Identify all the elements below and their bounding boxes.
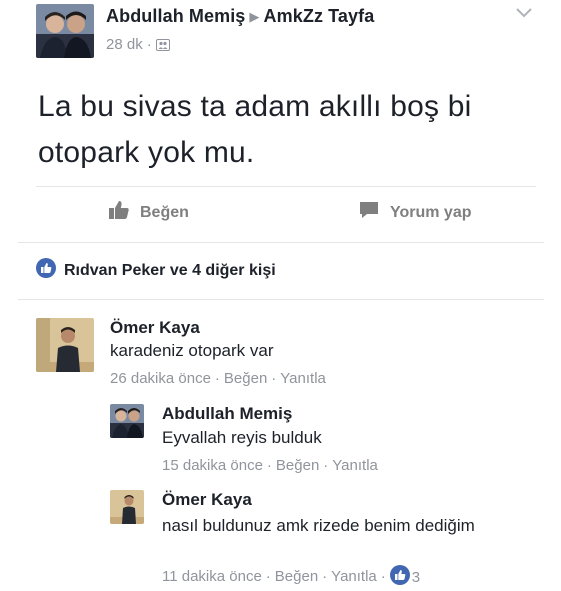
comment-bubble-icon bbox=[358, 200, 380, 225]
target-group-name[interactable]: AmkZz Tayfa bbox=[264, 6, 375, 26]
meta-separator: · bbox=[323, 457, 329, 474]
commenter-avatar[interactable] bbox=[110, 404, 144, 438]
comment-like-link[interactable]: Beğen bbox=[275, 568, 318, 585]
group-audience-icon[interactable] bbox=[155, 38, 170, 55]
chevron-down-icon[interactable] bbox=[514, 6, 534, 25]
comment-time[interactable]: 26 dakika önce bbox=[110, 370, 211, 387]
comment-meta: 26 dakika önce · Beğen · Yanıtla bbox=[110, 370, 326, 387]
author-name[interactable]: Abdullah Memiş bbox=[106, 6, 245, 26]
comment-time[interactable]: 11 dakika önce bbox=[162, 568, 262, 585]
comment-like-link[interactable]: Beğen bbox=[224, 370, 267, 387]
divider bbox=[18, 299, 544, 300]
divider bbox=[36, 186, 536, 187]
comment-label: Yorum yap bbox=[390, 203, 472, 221]
comment-like-count[interactable]: 3 bbox=[389, 565, 421, 589]
comment-meta: 11 dakika önce · Beğen · Yanıtla · 3 bbox=[162, 565, 420, 589]
comment-time[interactable]: 15 dakika önce bbox=[162, 457, 263, 474]
author-avatar[interactable] bbox=[36, 4, 94, 58]
comment-reply-link[interactable]: Yanıtla bbox=[331, 568, 377, 585]
post-meta: 28 dk · bbox=[106, 36, 170, 55]
comment: Ömer Kaya karadeniz otopark var 26 dakik… bbox=[36, 318, 536, 387]
meta-separator: · bbox=[266, 457, 272, 474]
comment-button[interactable]: Yorum yap bbox=[358, 200, 472, 225]
reactions-text: Rıdvan Peker ve 4 diğer kişi bbox=[64, 261, 276, 279]
like-reaction-icon bbox=[389, 565, 410, 589]
commenter-avatar[interactable] bbox=[110, 490, 144, 524]
like-count-number: 3 bbox=[411, 568, 421, 586]
meta-separator: · bbox=[146, 36, 152, 53]
commenter-name[interactable]: Ömer Kaya bbox=[162, 490, 252, 510]
like-reaction-icon bbox=[36, 258, 56, 283]
post-time[interactable]: 28 dk bbox=[106, 36, 143, 53]
commenter-name[interactable]: Ömer Kaya bbox=[110, 318, 200, 338]
comment-reply: Ömer Kaya nasıl buldunuz amk rizede beni… bbox=[110, 490, 530, 586]
like-button[interactable]: Beğen bbox=[108, 200, 189, 225]
meta-separator: · bbox=[271, 370, 277, 387]
comment-meta: 15 dakika önce · Beğen · Yanıtla bbox=[162, 457, 378, 474]
comment-reply: Abdullah Memiş Eyvallah reyis bulduk 15 … bbox=[110, 404, 530, 476]
comment-text: nasıl buldunuz amk rizede benim dediğim bbox=[162, 516, 475, 535]
comment-text: karadeniz otopark var bbox=[110, 341, 274, 360]
meta-separator: · bbox=[380, 567, 386, 585]
meta-separator: · bbox=[322, 567, 328, 585]
comment-text: Eyvallah reyis bulduk bbox=[162, 428, 322, 447]
meta-separator: · bbox=[214, 370, 220, 387]
reactions-summary[interactable]: Rıdvan Peker ve 4 diğer kişi bbox=[36, 258, 276, 283]
thumbs-up-icon bbox=[108, 200, 130, 225]
post-header-line: Abdullah Memiş ▶ AmkZz Tayfa bbox=[106, 6, 374, 27]
comment-reply-link[interactable]: Yanıtla bbox=[280, 370, 326, 387]
comment-like-link[interactable]: Beğen bbox=[276, 457, 319, 474]
meta-separator: · bbox=[265, 567, 271, 585]
post-header: Abdullah Memiş ▶ AmkZz Tayfa 28 dk · bbox=[0, 0, 561, 70]
right-arrow-icon: ▶ bbox=[249, 9, 260, 24]
like-label: Beğen bbox=[140, 203, 189, 221]
post-body-text: La bu sivas ta adam akıllı boş bi otopar… bbox=[38, 90, 472, 169]
commenter-avatar[interactable] bbox=[36, 318, 94, 372]
commenter-name[interactable]: Abdullah Memiş bbox=[162, 404, 292, 424]
comment-reply-link[interactable]: Yanıtla bbox=[332, 457, 378, 474]
divider bbox=[18, 242, 544, 243]
